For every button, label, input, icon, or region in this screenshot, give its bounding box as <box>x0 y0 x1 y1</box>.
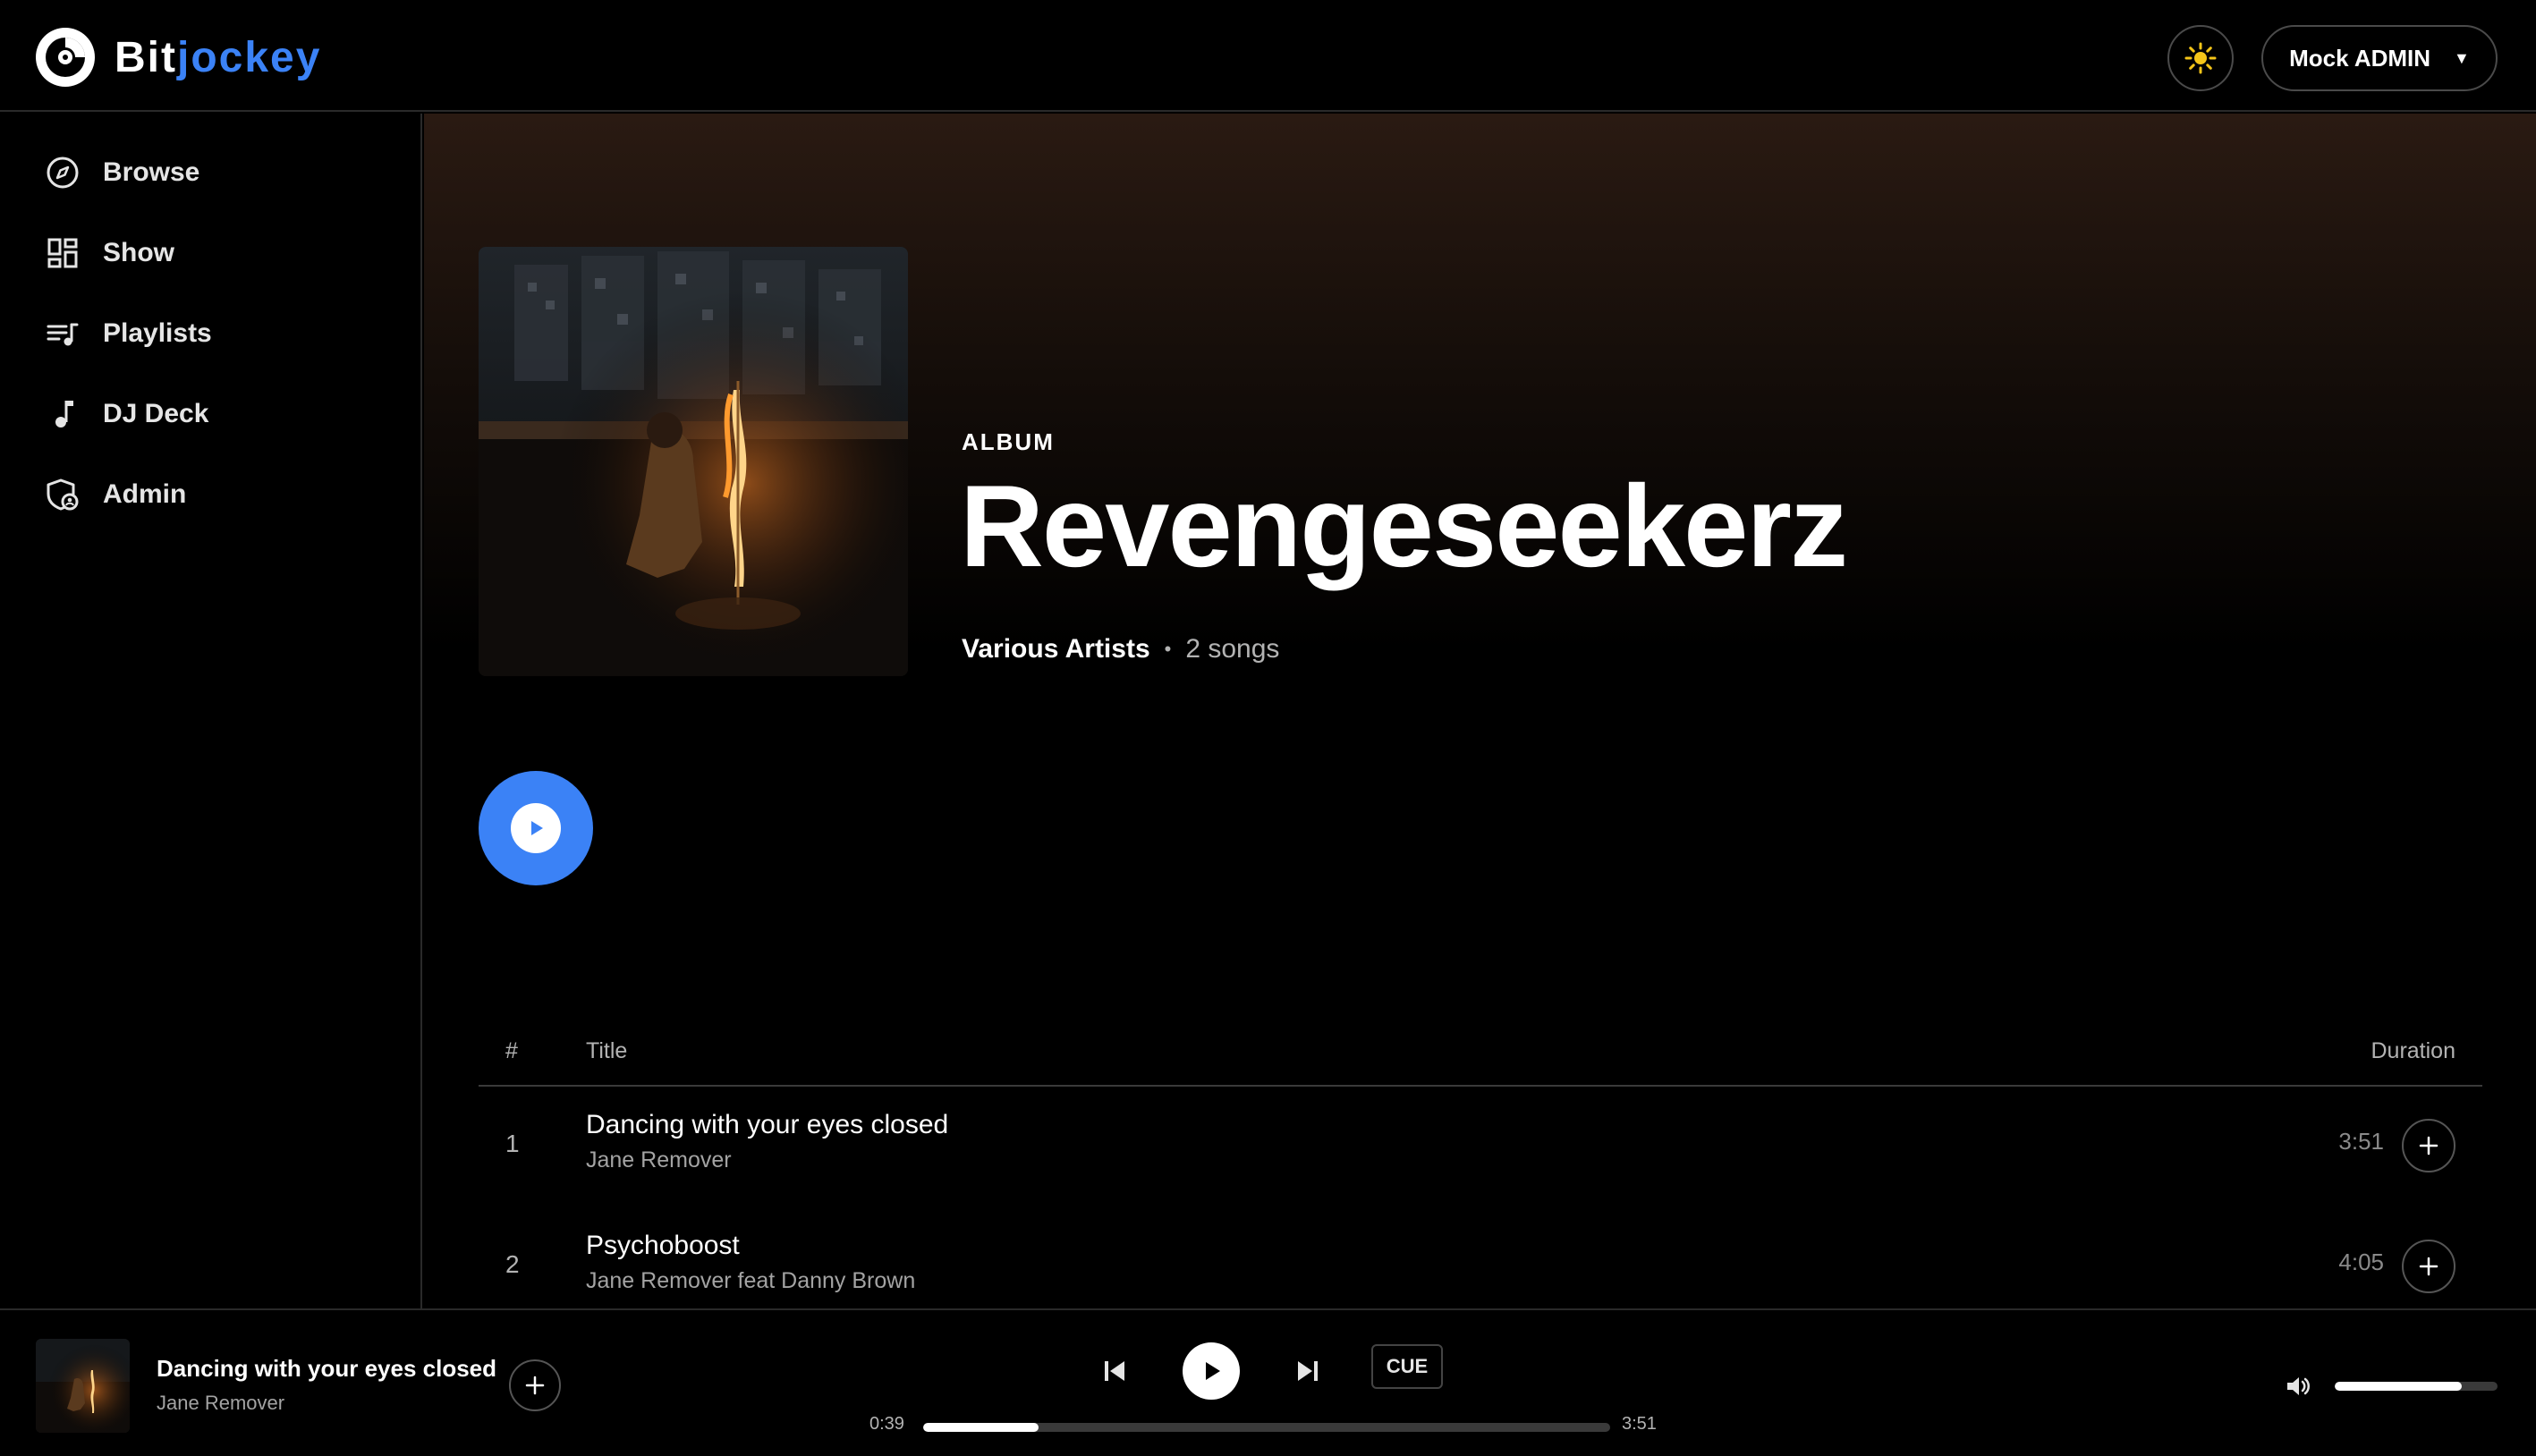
sidebar-item-playlists[interactable]: Playlists <box>43 307 401 360</box>
track-artist: Jane Remover <box>586 1147 732 1172</box>
app-name-part2: jockey <box>176 33 322 81</box>
play-album-button[interactable] <box>479 771 593 885</box>
album-cover-image <box>479 247 908 676</box>
track-duration: 3:51 <box>2338 1128 2384 1155</box>
track-title: Dancing with your eyes closed <box>586 1110 949 1139</box>
current-time: 0:39 <box>869 1414 904 1434</box>
sidebar-item-admin[interactable]: Admin <box>43 468 401 521</box>
track-number: 1 <box>505 1130 520 1157</box>
playlist-icon <box>43 314 82 353</box>
sidebar-item-label: DJ Deck <box>103 399 209 428</box>
plus-icon <box>2419 1136 2438 1155</box>
play-icon <box>1206 1362 1220 1380</box>
top-header: Bitjockey Mock ADMIN ▼ <box>0 0 2536 112</box>
album-artist-link[interactable]: Various Artists <box>962 634 1150 665</box>
previous-track-button[interactable] <box>1097 1353 1132 1389</box>
album-meta: Various Artists • 2 songs <box>962 634 1279 665</box>
now-playing-artist: Jane Remover <box>157 1392 285 1414</box>
admin-shield-icon <box>43 475 82 514</box>
app-logo[interactable]: Bitjockey <box>34 26 321 89</box>
vinyl-logo-icon <box>36 28 95 87</box>
volume-icon[interactable] <box>2284 1371 2314 1401</box>
song-count: 2 songs <box>1185 634 1280 664</box>
volume-fill <box>2335 1382 2462 1391</box>
header-duration: Duration <box>2371 1038 2456 1063</box>
album-title: Revengeseekerz <box>960 461 1848 591</box>
app-name-part1: Bit <box>115 33 177 81</box>
sidebar-item-label: Admin <box>103 479 187 509</box>
sidebar-item-label: Show <box>103 238 174 267</box>
total-time: 3:51 <box>1622 1414 1657 1434</box>
compass-icon <box>43 153 82 192</box>
now-playing-cover <box>36 1339 130 1433</box>
volume-slider[interactable] <box>2335 1382 2498 1391</box>
table-row[interactable]: 1 Dancing with your eyes closed Jane Rem… <box>479 1094 2482 1201</box>
user-menu-button[interactable]: Mock ADMIN ▼ <box>2261 25 2498 91</box>
table-row[interactable]: 2 Psychoboost Jane Remover feat Danny Br… <box>479 1215 2482 1322</box>
add-to-queue-button[interactable] <box>2402 1240 2455 1293</box>
track-table-header: # Title Duration <box>479 1026 2482 1087</box>
caret-down-icon: ▼ <box>2454 48 2470 67</box>
cue-button[interactable]: CUE <box>1371 1344 1443 1389</box>
app-name: Bitjockey <box>115 33 321 82</box>
skip-next-icon <box>1298 1361 1318 1381</box>
player-bar: Dancing with your eyes closed Jane Remov… <box>0 1308 2536 1456</box>
sidebar-item-show[interactable]: Show <box>43 226 401 280</box>
play-pause-button[interactable] <box>1183 1342 1240 1400</box>
now-playing-add-button[interactable] <box>509 1359 561 1411</box>
play-icon <box>511 803 561 853</box>
sidebar-item-dj-deck[interactable]: DJ Deck <box>43 387 401 441</box>
track-title: Psychoboost <box>586 1231 740 1260</box>
sidebar-item-label: Browse <box>103 157 200 187</box>
sidebar-item-browse[interactable]: Browse <box>43 146 401 199</box>
track-number: 2 <box>505 1250 520 1278</box>
next-track-button[interactable] <box>1290 1353 1326 1389</box>
sun-icon <box>2184 42 2217 74</box>
user-name: Mock ADMIN <box>2289 44 2431 72</box>
now-playing-title: Dancing with your eyes closed <box>157 1355 496 1382</box>
music-note-icon <box>43 394 82 434</box>
track-artist: Jane Remover feat Danny Brown <box>586 1268 916 1293</box>
sidebar-item-label: Playlists <box>103 318 212 348</box>
theme-toggle-button[interactable] <box>2167 25 2234 91</box>
plus-icon <box>525 1376 545 1395</box>
skip-previous-icon <box>1105 1361 1124 1381</box>
progress-bar[interactable] <box>923 1423 1610 1432</box>
album-kind-label: ALBUM <box>962 428 1055 455</box>
header-title: Title <box>586 1038 628 1063</box>
add-to-queue-button[interactable] <box>2402 1119 2455 1172</box>
header-number: # <box>505 1038 518 1063</box>
plus-icon <box>2419 1257 2438 1276</box>
track-duration: 4:05 <box>2338 1249 2384 1275</box>
meta-separator: • <box>1164 638 1172 660</box>
album-view: ALBUM Revengeseekerz Various Artists • 2… <box>424 114 2536 1308</box>
grid-icon <box>43 233 82 273</box>
progress-fill <box>923 1423 1039 1432</box>
sidebar: Browse Show Playlists DJ Deck Admin <box>0 114 422 1308</box>
